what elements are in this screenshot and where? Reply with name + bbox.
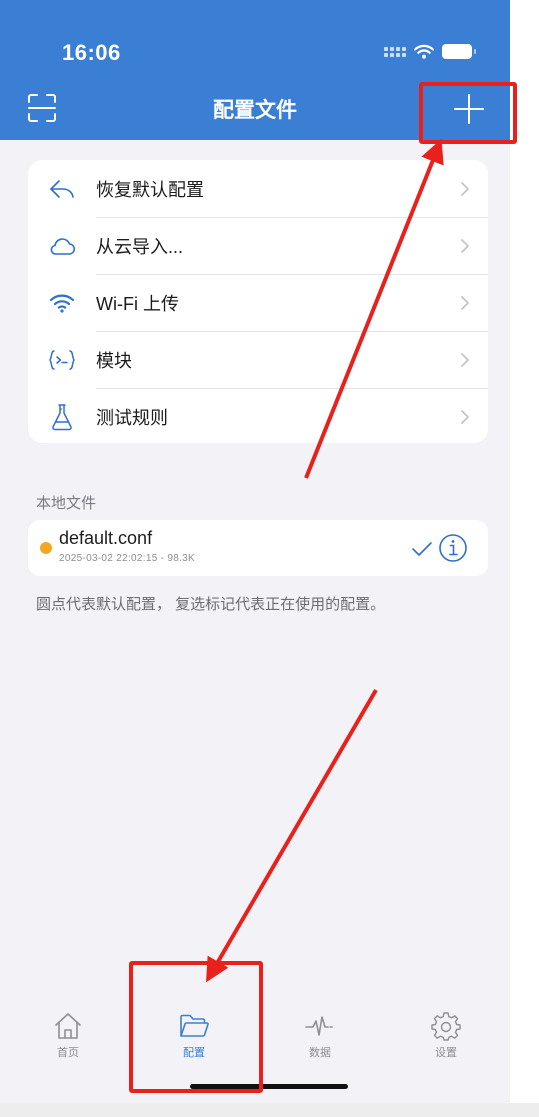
menu-item-modules[interactable]: 模块	[28, 331, 488, 388]
chevron-right-icon	[461, 295, 469, 310]
wifi-icon	[44, 285, 80, 321]
status-time: 16:06	[62, 40, 121, 65]
gear-icon	[431, 1012, 461, 1041]
menu-item-label: Wi-Fi 上传	[96, 293, 179, 314]
file-meta: 2025-03-02 22:02:15 - 98.3K	[59, 553, 195, 564]
menu-item-test-rules[interactable]: 测试规则	[28, 388, 488, 443]
menu-item-restore-default[interactable]: 恢复默认配置	[28, 160, 488, 217]
file-row-default-conf[interactable]: default.conf 2025-03-02 22:02:15 - 98.3K	[28, 520, 488, 576]
actions-menu: 恢复默认配置 从云导入... Wi-Fi 上传 模块 测试规则	[28, 160, 488, 443]
chevron-right-icon	[461, 238, 469, 253]
cloud-icon	[44, 228, 80, 264]
chevron-right-icon	[461, 181, 469, 196]
annotation-box-config-tab	[129, 961, 263, 1093]
app-screen: 16:06 配置文件 恢复默认配置 从云导入... Wi-Fi 上传 模块 测试…	[0, 0, 510, 1103]
menu-item-label: 恢复默认配置	[96, 179, 204, 200]
menu-item-label: 测试规则	[96, 407, 168, 428]
flask-icon	[44, 399, 80, 435]
tab-data[interactable]: 数据	[280, 1011, 360, 1060]
legend-note: 圆点代表默认配置， 复选标记代表正在使用的配置。	[36, 596, 386, 613]
menu-item-import-cloud[interactable]: 从云导入...	[28, 217, 488, 274]
chevron-right-icon	[461, 352, 469, 367]
info-icon[interactable]	[438, 533, 468, 563]
home-icon	[55, 1013, 81, 1039]
chevron-right-icon	[461, 409, 469, 424]
wifi-status-icon	[414, 44, 434, 59]
annotation-box-add	[419, 82, 517, 144]
file-name: default.conf	[59, 528, 153, 548]
status-icons	[384, 44, 476, 59]
menu-item-label: 从云导入...	[96, 236, 184, 257]
page-margin	[510, 0, 539, 1117]
tab-label: 设置	[435, 1047, 457, 1059]
tab-home[interactable]: 首页	[28, 1011, 108, 1060]
menu-item-wifi-upload[interactable]: Wi-Fi 上传	[28, 274, 488, 331]
battery-icon	[442, 44, 476, 59]
cellular-signal-icon	[384, 46, 406, 57]
tab-label: 数据	[309, 1047, 331, 1059]
default-dot-icon	[40, 542, 52, 554]
page-bottom-strip	[0, 1103, 539, 1117]
module-braces-icon	[44, 342, 80, 378]
activity-icon	[305, 1016, 333, 1036]
tab-settings[interactable]: 设置	[406, 1011, 486, 1060]
tab-label: 首页	[57, 1047, 79, 1059]
undo-arrow-icon	[44, 171, 80, 207]
checkmark-icon	[412, 542, 432, 556]
section-label-local-files: 本地文件	[36, 495, 97, 512]
menu-item-label: 模块	[96, 350, 132, 371]
